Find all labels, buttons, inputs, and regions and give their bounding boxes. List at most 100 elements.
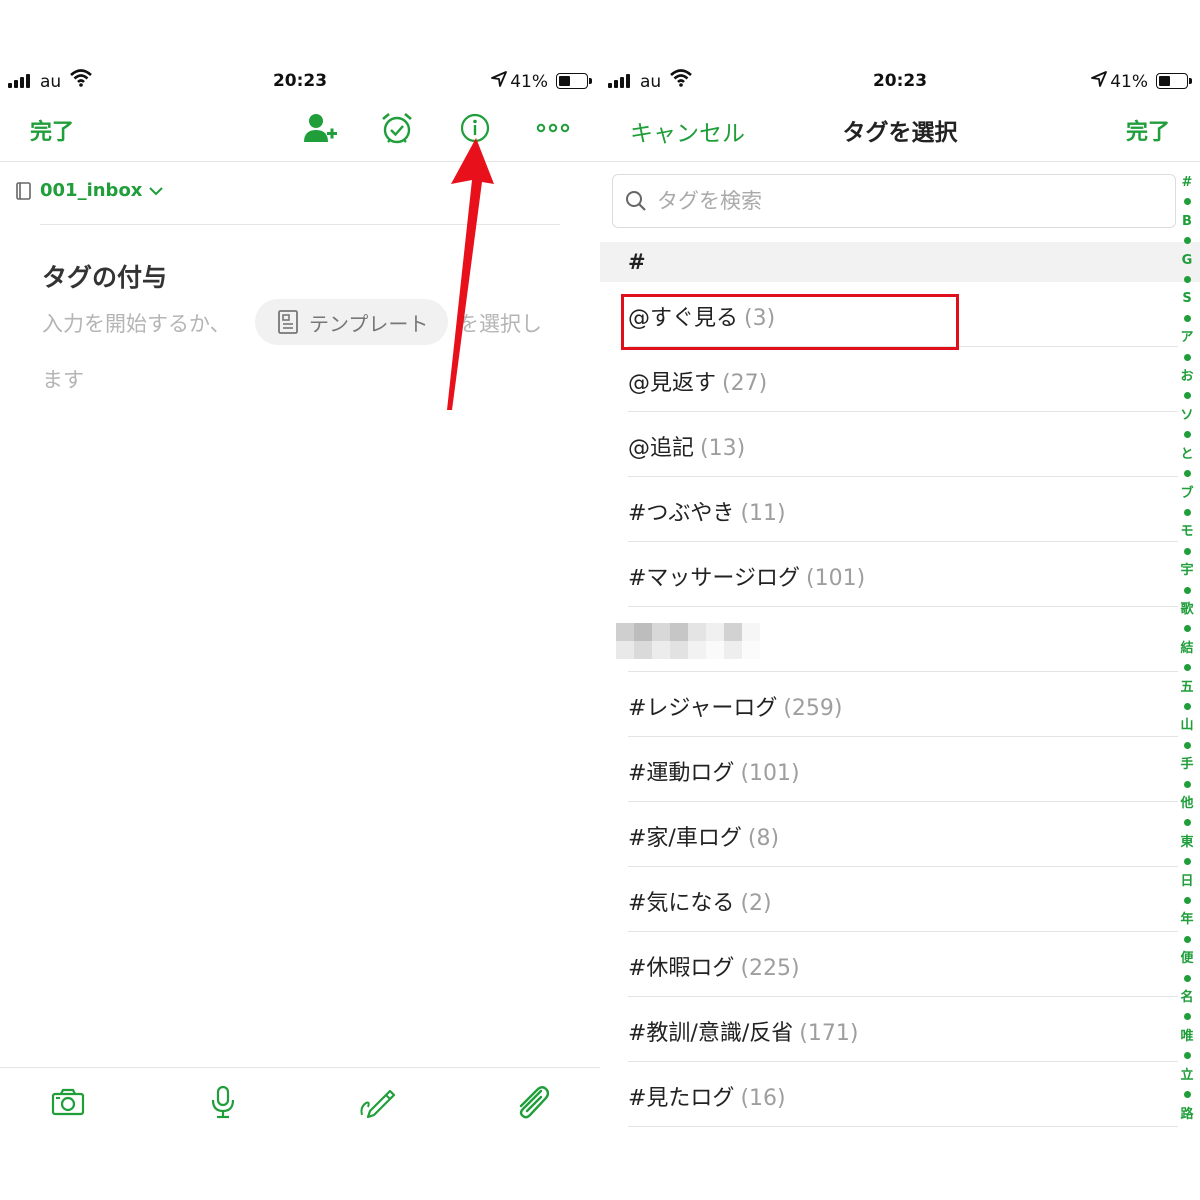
section-index-bar[interactable]: # B G S アおソとブモ宇歌結五山手他東日年便名唯立路	[1178, 176, 1196, 1121]
tag-label: #マッサージログ (101)	[628, 560, 865, 592]
index-letter[interactable]: 宇	[1180, 564, 1193, 577]
index-letter[interactable]: 名	[1180, 991, 1193, 1004]
tag-count: (2)	[740, 891, 772, 916]
note-editor-panel: au 20:23 41% 完了 001_inbox タグの付与 入力を開始するか…	[0, 0, 600, 1200]
index-letter[interactable]: モ	[1180, 525, 1193, 538]
index-dot	[1183, 314, 1191, 322]
index-letter[interactable]: S	[1182, 292, 1191, 305]
tag-label: @追記 (13)	[628, 430, 745, 462]
index-letter[interactable]: 年	[1180, 913, 1193, 926]
index-letter[interactable]: #	[1182, 176, 1193, 189]
status-bar: au 20:23 41%	[600, 66, 1200, 100]
index-dot	[1183, 470, 1191, 478]
tag-label: #休暇ログ (225)	[628, 950, 800, 982]
index-letter[interactable]: ブ	[1180, 487, 1193, 500]
tag-label: #つぶやき (11)	[628, 495, 786, 527]
done-button[interactable]: 完了	[1126, 114, 1170, 146]
index-letter[interactable]: 路	[1180, 1108, 1193, 1121]
page-title: タグを選択	[842, 120, 958, 146]
tag-row[interactable]: #マッサージログ (101)	[600, 542, 1180, 607]
tag-count: (101)	[806, 566, 866, 591]
tag-row[interactable]: #休暇ログ (225)	[600, 932, 1180, 997]
index-letter[interactable]: ソ	[1180, 409, 1193, 422]
index-letter[interactable]: 他	[1180, 797, 1193, 810]
tag-row[interactable]: #教訓/意識/反省 (171)	[600, 997, 1180, 1062]
tag-picker-panel: au 20:23 41% キャンセル タグを選択 完了 # @すぐ見る(3)@見…	[600, 0, 1200, 1200]
index-letter[interactable]: ア	[1180, 331, 1193, 344]
index-dot	[1183, 897, 1191, 905]
index-letter[interactable]: 唯	[1180, 1030, 1193, 1043]
tag-row[interactable]: #見たログ (16)	[600, 1062, 1180, 1127]
tag-row[interactable]: #運動ログ (101)	[600, 737, 1180, 802]
tag-picker-header: キャンセル タグを選択 完了	[600, 108, 1200, 154]
index-letter[interactable]: 歌	[1180, 603, 1193, 616]
tag-row[interactable]: #気になる (2)	[600, 867, 1180, 932]
header-divider	[600, 161, 1200, 162]
tag-label: #レジャーログ (259)	[628, 690, 843, 722]
index-dot	[1183, 625, 1191, 633]
camera-icon[interactable]	[48, 1082, 88, 1122]
tag-name: #運動ログ	[628, 761, 735, 786]
index-letter[interactable]: 立	[1180, 1069, 1193, 1082]
tag-search-input[interactable]	[657, 189, 1137, 213]
index-letter[interactable]: G	[1182, 254, 1193, 267]
tag-label: #気になる (2)	[628, 885, 772, 917]
tag-count: (13)	[700, 436, 746, 461]
index-letter[interactable]: と	[1180, 448, 1193, 461]
tag-label: #家/車ログ (8)	[628, 820, 779, 852]
index-dot	[1183, 586, 1191, 594]
tag-name: #見たログ	[628, 1086, 735, 1111]
tag-row[interactable]	[600, 607, 1180, 672]
index-dot	[1183, 1013, 1191, 1021]
index-dot	[1183, 1091, 1191, 1099]
tag-label: #教訓/意識/反省 (171)	[628, 1015, 858, 1047]
paperclip-icon[interactable]	[511, 1082, 551, 1122]
index-dot	[1183, 431, 1191, 439]
tag-label: #見たログ (16)	[628, 1080, 786, 1112]
index-dot	[1183, 1052, 1191, 1060]
tag-count: (8)	[747, 826, 780, 851]
index-dot	[1183, 508, 1191, 516]
index-letter[interactable]: 山	[1180, 719, 1193, 732]
tag-count: (16)	[740, 1086, 786, 1111]
tag-row[interactable]: @追記 (13)	[600, 412, 1180, 477]
tag-list: @すぐ見る (3) @見返す (27) @追記 (13) #つぶやき (11) #マッサージログ…	[600, 282, 1180, 1127]
tag-search-field[interactable]	[612, 174, 1176, 228]
index-dot	[1183, 741, 1191, 749]
search-icon	[626, 191, 646, 211]
tag-count: (171)	[799, 1021, 859, 1046]
index-dot	[1183, 819, 1191, 827]
tag-name: #レジャーログ	[628, 696, 778, 721]
tag-name: @見返す	[628, 371, 717, 396]
tag-name: #休暇ログ	[628, 956, 735, 981]
index-dot	[1183, 392, 1191, 400]
index-letter[interactable]: 五	[1180, 681, 1193, 694]
tag-count: (225)	[740, 956, 800, 981]
highlight-annotation	[621, 294, 959, 350]
location-icon	[1090, 70, 1108, 93]
index-letter[interactable]: 手	[1180, 758, 1193, 771]
index-letter[interactable]: 結	[1180, 642, 1193, 655]
tag-row[interactable]: #つぶやき (11)	[600, 477, 1180, 542]
index-letter[interactable]: B	[1182, 215, 1192, 228]
tag-row[interactable]: #家/車ログ (8)	[600, 802, 1180, 867]
index-letter[interactable]: 日	[1180, 875, 1193, 888]
tag-name: @追記	[628, 436, 695, 461]
tag-label: @見返す (27)	[628, 365, 767, 397]
index-letter[interactable]: 便	[1180, 952, 1193, 965]
tag-count: (11)	[740, 501, 786, 526]
index-dot	[1183, 276, 1191, 284]
microphone-icon[interactable]	[203, 1082, 243, 1122]
handwriting-icon[interactable]	[357, 1082, 397, 1122]
blurred-tag	[616, 623, 760, 659]
index-letter[interactable]: お	[1180, 370, 1193, 383]
index-dot	[1183, 664, 1191, 672]
index-dot	[1183, 353, 1191, 361]
battery-icon	[1156, 73, 1192, 89]
tag-name: #つぶやき	[628, 501, 735, 526]
tag-name: #気になる	[628, 891, 735, 916]
tag-row[interactable]: #レジャーログ (259)	[600, 672, 1180, 737]
tag-row[interactable]: @見返す (27)	[600, 347, 1180, 412]
section-header: #	[600, 242, 1200, 282]
index-letter[interactable]: 東	[1180, 836, 1193, 849]
